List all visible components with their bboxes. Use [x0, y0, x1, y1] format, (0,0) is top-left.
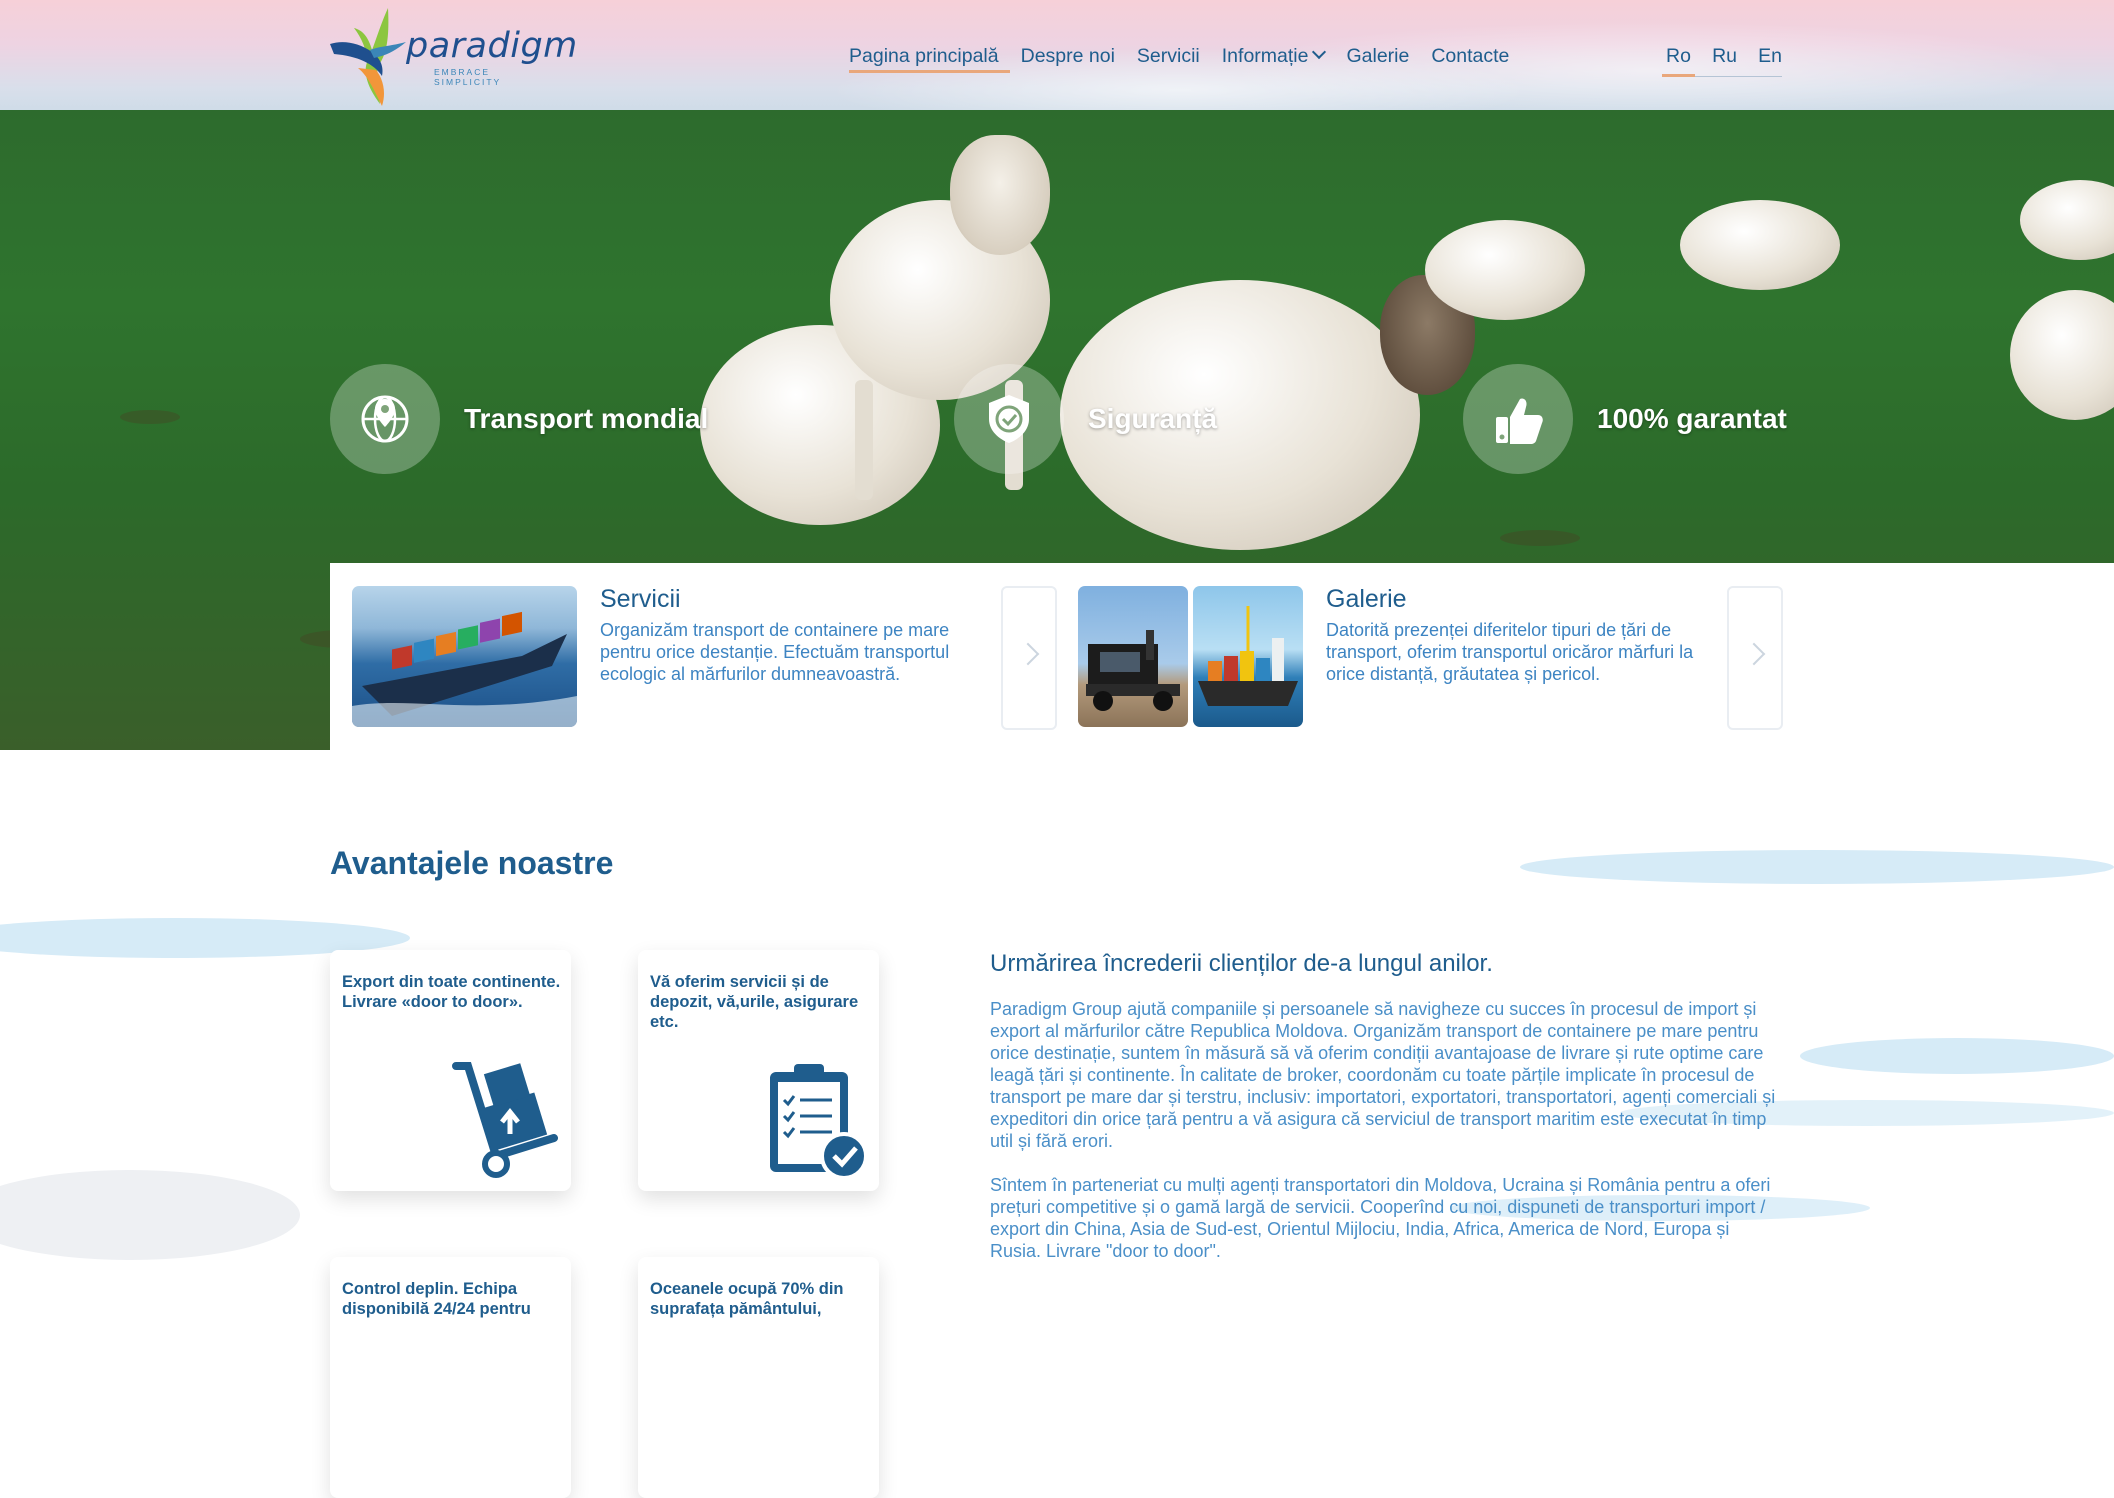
section-title-advantages: Avantajele noastre: [330, 845, 614, 881]
info-cards: Servicii Organizăm transport de containe…: [330, 563, 2114, 750]
logo-tagline: EMBRACE SIMPLICITY: [434, 67, 502, 87]
clipboard-check-icon: [770, 1064, 868, 1180]
advantage-card: Export din toate continente. Livrare «do…: [330, 950, 571, 1191]
brand-logo[interactable]: paradigm EMBRACE SIMPLICITY: [328, 6, 577, 106]
lang-en[interactable]: En: [1758, 42, 1782, 76]
feature-label: Siguranță: [1088, 403, 1218, 434]
feature-safety: Siguranță: [954, 364, 1217, 474]
feature-icon-circle: [330, 364, 440, 474]
cargo-ship-image[interactable]: [352, 586, 577, 727]
sheep-image: [2010, 290, 2114, 420]
hero-texture: [1500, 530, 1580, 546]
nav-item-info-label: Informație: [1221, 45, 1309, 67]
trust-heading: Urmărirea încrederii clienților de-a lun…: [990, 950, 1493, 977]
main-nav: Pagina principală Despre noi Servicii In…: [849, 42, 1520, 76]
chevron-down-icon: [1312, 44, 1327, 60]
nav-item-info[interactable]: Informație: [1211, 42, 1336, 76]
advantage-text: Vă oferim servicii și de depozit, vă,uri…: [650, 973, 859, 1031]
next-arrow-button[interactable]: [1001, 586, 1057, 730]
sheep-image: [950, 135, 1050, 255]
trust-body: Paradigm Group ajută companiile și perso…: [990, 998, 1780, 1262]
site-header: paradigm EMBRACE SIMPLICITY Pagina princ…: [0, 0, 2114, 110]
feature-icon-circle: [1463, 364, 1573, 474]
chevron-right-icon: [1016, 642, 1040, 666]
nav-item-home[interactable]: Pagina principală: [849, 42, 1010, 76]
container-ship-illustration: [1198, 606, 1298, 706]
advantage-card: Vă oferim servicii și de depozit, vă,uri…: [638, 950, 879, 1191]
shield-check-icon: [989, 395, 1029, 443]
advantage-text: Oceanele ocupă 70% din suprafața pământu…: [650, 1280, 844, 1318]
hand-truck-icon: [452, 1062, 558, 1178]
globe-pin-icon: [361, 395, 409, 443]
advantage-card: Control deplin. Echipa disponibilă 24/24…: [330, 1257, 571, 1498]
sheep-image: [1680, 200, 1840, 290]
truck-image[interactable]: [1078, 586, 1188, 727]
card-text-gallery: Datorită prezenței diferitelor tipuri de…: [1326, 620, 1694, 684]
advantage-card: Oceanele ocupă 70% din suprafața pământu…: [638, 1257, 879, 1498]
nav-item-gallery[interactable]: Galerie: [1335, 42, 1420, 76]
cloud-decoration: [0, 1170, 300, 1260]
cloud-decoration: [1520, 850, 2114, 884]
container-ship-image[interactable]: [1193, 586, 1303, 727]
lang-ru[interactable]: Ru: [1712, 42, 1737, 76]
cloud-decoration: [1800, 1038, 2114, 1074]
sheep-image: [1425, 220, 1585, 320]
card-title-gallery[interactable]: Galerie: [1326, 585, 1407, 614]
sheep-image: [2020, 180, 2114, 260]
thumbs-up-icon: [1496, 398, 1543, 444]
nav-item-services[interactable]: Servicii: [1126, 42, 1211, 76]
advantage-text: Export din toate continente. Livrare «do…: [342, 973, 561, 1011]
truck-illustration: [1086, 630, 1180, 711]
language-switcher: Ro Ru En: [1662, 42, 1782, 77]
logo-wordmark: paradigm: [406, 26, 578, 66]
cargo-ship-illustration: [352, 611, 577, 727]
sheep-image: [855, 380, 873, 500]
nav-item-contacts[interactable]: Contacte: [1420, 42, 1520, 76]
nav-item-about[interactable]: Despre noi: [1010, 42, 1126, 76]
feature-icon-circle: [954, 364, 1064, 474]
chevron-right-icon: [1742, 642, 1766, 666]
feature-transport: Transport mondial: [330, 364, 708, 474]
next-arrow-button[interactable]: [1727, 586, 1783, 730]
lang-ro[interactable]: Ro: [1662, 42, 1695, 77]
feature-guarantee: 100% garantat: [1463, 364, 1787, 474]
paradigm-logo-icon: [330, 8, 406, 106]
trust-paragraph: Sîntem în parteneriat cu mulți agenți tr…: [990, 1175, 1771, 1261]
card-title-services[interactable]: Servicii: [600, 585, 681, 614]
advantage-text: Control deplin. Echipa disponibilă 24/24…: [342, 1280, 531, 1318]
trust-paragraph: Paradigm Group ajută companiile și perso…: [990, 999, 1776, 1151]
feature-label: Transport mondial: [464, 403, 709, 434]
card-text-services: Organizăm transport de containere pe mar…: [600, 620, 950, 684]
hero-texture: [120, 410, 180, 424]
feature-label: 100% garantat: [1597, 403, 1787, 434]
